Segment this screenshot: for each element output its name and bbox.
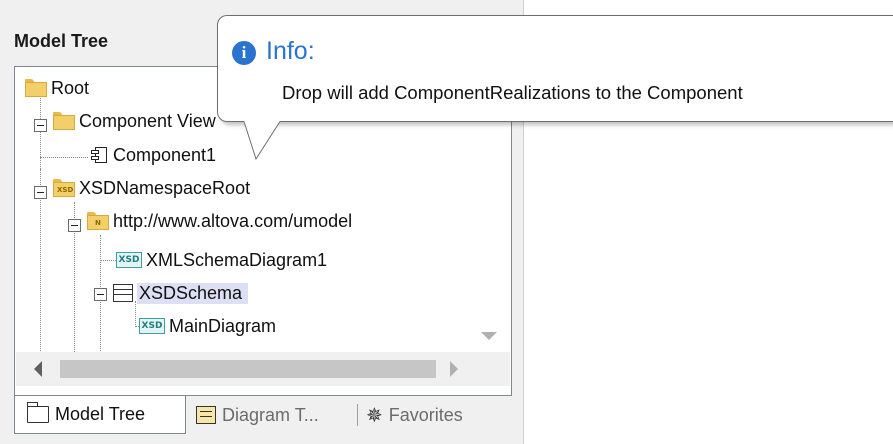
tree-connector bbox=[40, 157, 88, 158]
tree-node-namespace-url[interactable]: N http://www.altova.com/umodel bbox=[87, 208, 352, 234]
horizontal-scrollbar[interactable] bbox=[16, 352, 510, 386]
component-icon bbox=[91, 146, 109, 164]
collapse-toggle[interactable] bbox=[68, 219, 81, 232]
scrollbar-thumb[interactable] bbox=[60, 360, 436, 378]
xsd-folder-icon: XSD bbox=[53, 179, 75, 197]
tooltip-title: Info: bbox=[266, 37, 315, 65]
xsd-diagram-icon: XSD bbox=[139, 318, 165, 334]
tree-node-xml-schema-diagram1[interactable]: XSD XMLSchemaDiagram1 bbox=[116, 247, 327, 273]
tree-node-xsd-schema[interactable]: XSDSchema bbox=[113, 280, 249, 306]
collapse-toggle[interactable] bbox=[94, 288, 107, 301]
tree-node-root[interactable]: Root bbox=[25, 75, 89, 101]
scroll-down-arrow[interactable] bbox=[481, 332, 497, 340]
tree-node-component-view[interactable]: Component View bbox=[53, 108, 216, 134]
tree-node-main-diagram[interactable]: XSD MainDiagram bbox=[139, 313, 276, 339]
favorites-icon: ✵ bbox=[366, 403, 383, 427]
tree-node-xsd-namespace-root[interactable]: XSD XSDNamespaceRoot bbox=[53, 175, 250, 201]
info-tooltip: i Info: Drop will add ComponentRealizati… bbox=[217, 15, 893, 122]
tooltip-message: Drop will add ComponentRealizations to t… bbox=[282, 82, 743, 103]
folder-icon bbox=[53, 112, 75, 130]
namespace-folder-icon: N bbox=[87, 212, 109, 230]
info-icon: i bbox=[232, 41, 256, 65]
xsd-diagram-icon: XSD bbox=[116, 252, 142, 268]
panel-title: Model Tree bbox=[14, 31, 109, 51]
schema-icon bbox=[113, 284, 133, 302]
scroll-right-arrow[interactable] bbox=[450, 361, 458, 377]
tree-connector bbox=[40, 169, 41, 369]
panel-tabs: Model Tree Diagram T... ✵ Favorites bbox=[14, 396, 512, 438]
tab-separator bbox=[357, 404, 358, 426]
tab-diagram-tree[interactable]: Diagram T... bbox=[196, 396, 356, 434]
folder-icon bbox=[25, 79, 47, 97]
tab-favorites[interactable]: ✵ Favorites bbox=[366, 396, 512, 434]
tree-connector bbox=[100, 260, 116, 261]
tab-model-tree[interactable]: Model Tree bbox=[14, 396, 186, 434]
collapse-toggle[interactable] bbox=[34, 186, 47, 199]
diagram-icon bbox=[196, 406, 216, 424]
collapse-toggle[interactable] bbox=[34, 119, 47, 132]
folder-icon bbox=[26, 402, 49, 423]
scroll-left-arrow[interactable] bbox=[34, 361, 42, 377]
tree-node-component1[interactable]: Component1 bbox=[91, 142, 216, 168]
tooltip-pointer bbox=[244, 121, 281, 161]
